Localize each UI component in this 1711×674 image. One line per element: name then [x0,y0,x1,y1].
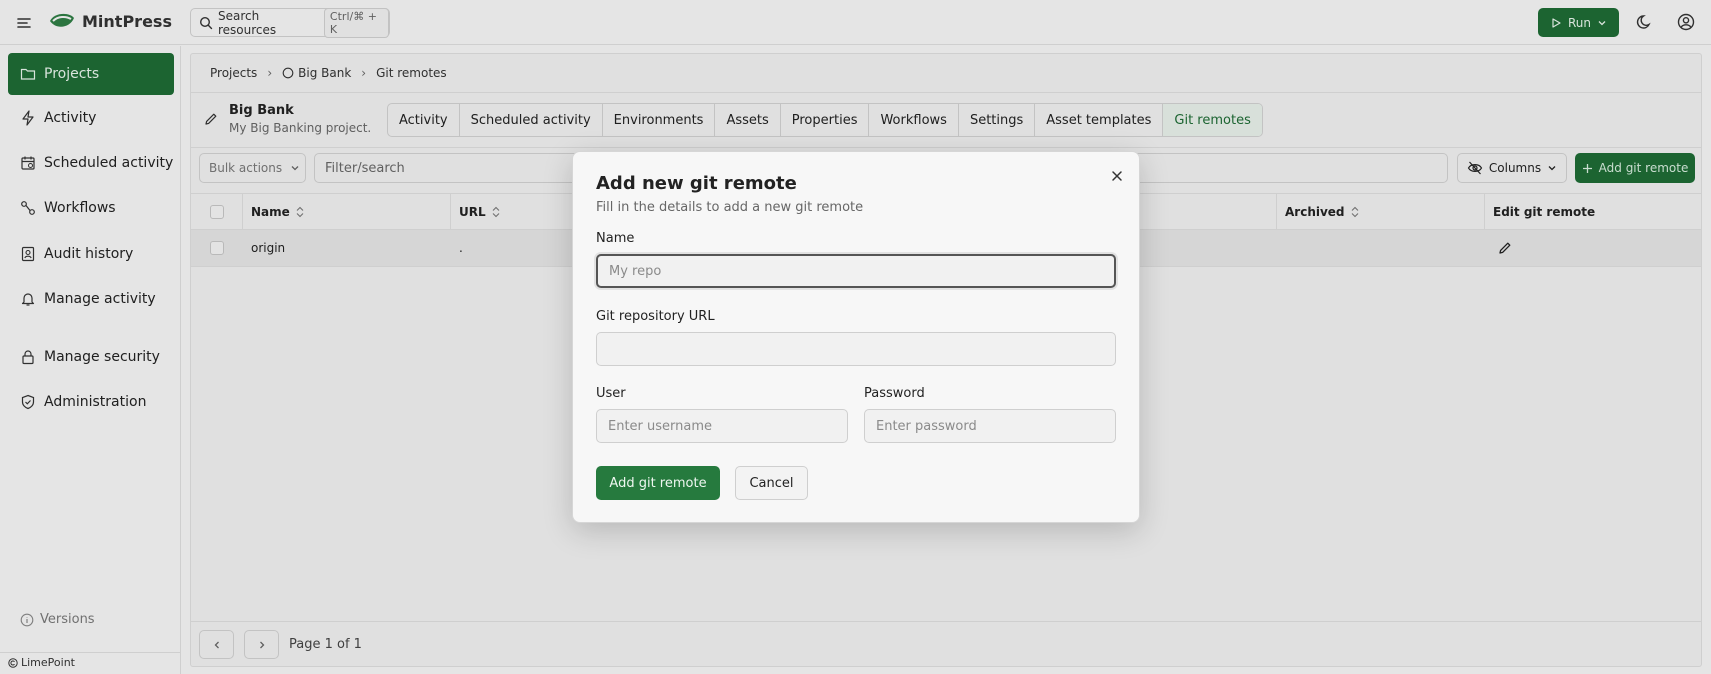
git-url-label: Git repository URL [596,309,715,324]
password-label: Password [864,386,925,401]
name-input[interactable] [596,254,1116,288]
password-input[interactable] [864,409,1116,443]
add-git-remote-dialog: Add new git remote Fill in the details t… [572,151,1140,523]
cancel-button[interactable]: Cancel [735,466,808,500]
dialog-title: Add new git remote [596,173,797,194]
close-icon[interactable] [1108,167,1126,185]
submit-add-git-remote-button[interactable]: Add git remote [596,466,720,500]
name-label: Name [596,231,635,246]
dialog-subtitle: Fill in the details to add a new git rem… [596,200,864,215]
git-url-input[interactable] [596,332,1116,366]
user-label: User [596,386,626,401]
username-input[interactable] [596,409,848,443]
